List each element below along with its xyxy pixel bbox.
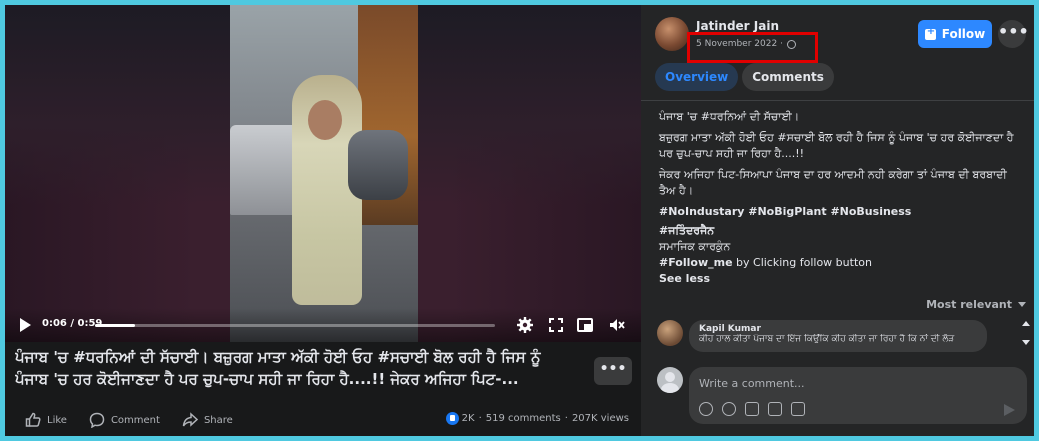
date-highlight-box [687,32,818,63]
fullscreen-icon[interactable] [547,316,565,334]
follow-me-text: by Clicking follow button [732,256,872,269]
comment-count[interactable]: 519 comments [486,413,561,424]
follow-plus-icon [924,26,936,40]
picture-in-picture-icon[interactable] [576,316,594,334]
caption-more-button[interactable]: ••• [594,357,632,385]
comment-item: Kapil Kumar ਕੀਹ ਹਾਲ ਕੀਤਾ ਪੰਜਾਬ ਦਾ ਇੰਜ ਕਿ… [657,320,987,352]
comment-text: ਕੀਹ ਹਾਲ ਕੀਤਾ ਪੰਜਾਬ ਦਾ ਇੰਜ ਕਿਉਂਕਿ ਕੀਹ ਕੀਤ… [699,334,955,344]
post-body-line: ਬਜ਼ੁਰਗ ਮਾਤਾ ਅੱਕੀ ਹੋਈ ਓਹ #ਸਚਾਈ ਬੋਲ ਰਹੀ ਹੈ… [659,131,1014,160]
comment-button[interactable]: Comment [89,412,160,428]
engagement-stats: 2K · 519 comments · 207K views [445,412,629,425]
comment-sort-dropdown[interactable]: Most relevant [926,298,1026,311]
settings-gear-icon[interactable] [516,316,534,334]
view-count: 207K views [571,413,629,424]
send-icon[interactable] [1004,404,1015,416]
video-car [230,125,300,215]
video-time: 0:06 / 0:59 [42,318,103,329]
avatar-sticker-icon[interactable] [699,402,713,416]
tab-comments[interactable]: Comments [742,63,834,91]
sticker-icon[interactable] [791,402,805,416]
emoji-icon[interactable] [722,402,736,416]
play-icon[interactable] [20,318,31,332]
tab-overview[interactable]: Overview [655,63,739,91]
comment-bubble: Kapil Kumar ਕੀਹ ਹਾਲ ਕੀਤਾ ਪੰਜਾਬ ਦਾ ਇੰਜ ਕਿ… [689,320,987,352]
comment-input-box[interactable] [689,367,1027,424]
scroll-down-arrow-icon[interactable] [1022,340,1030,345]
post-details-panel: Jatinder Jain 5 November 2022 · Follow •… [641,5,1034,436]
author-name[interactable]: Jatinder Jain [696,19,779,33]
share-arrow-icon [182,412,198,427]
video-player[interactable]: 0:06 / 0:59 [5,5,641,342]
share-label: Share [203,414,233,426]
post-body: ਪੰਜਾਬ 'ਚ #ਧਰਨਿਆਂ ਦੀ ਸੱਚਾਈ। ਬਜ਼ੁਰਗ ਮਾਤਾ ਅ… [659,109,1019,287]
post-body-line: ਜੇਕਰ ਅਜਿਹਾ ਪਿਟ-ਸਿਆਪਾ ਪੰਜਾਬ ਦਾ ਹਰ ਆਦਮੀ ਨਹ… [659,168,1007,197]
post-body-line: ਪੰਜਾਬ 'ਚ #ਧਰਨਿਆਂ ਦੀ ਸੱਚਾਈ। [659,110,800,123]
like-reaction-icon [445,412,459,425]
facebook-video-viewer: 0:06 / 0:59 ਪੰਜਾਬ 'ਚ #ਧਰਨਿਆਂ ਦੀ ਸੱਚਾਈ। ਬ… [5,5,1034,436]
video-progress-fill [95,324,135,327]
comment-label: Comment [110,414,160,426]
current-user-avatar [657,367,683,393]
composer-tools [699,402,814,416]
panel-divider [641,100,1034,101]
chevron-down-icon [1018,302,1026,307]
see-less-link[interactable]: See less [659,271,1019,287]
author-hashtag[interactable]: #ਜਤਿੰਦਰਜੈਨ [659,223,1019,239]
follow-me-hashtag[interactable]: #Follow_me [659,256,733,269]
video-caption: ਪੰਜਾਬ 'ਚ #ਧਰਨਿਆਂ ਦੀ ਸੱਚਾਈ। ਬਜ਼ੁਰਗ ਮਾਤਾ ਅ… [15,348,541,388]
video-controls: 0:06 / 0:59 [5,308,641,342]
post-hashtags[interactable]: #NoIndustary #NoBigPlant #NoBusiness [659,204,1019,220]
like-button[interactable]: Like [25,412,67,428]
scroll-up-arrow-icon[interactable] [1022,321,1030,326]
comment-composer [657,367,1027,424]
thumbs-up-icon [25,412,41,427]
post-options-button[interactable]: ••• [998,20,1029,48]
stats-separator: · [478,413,482,424]
mute-icon[interactable] [608,316,626,334]
author-role: ਸਮਾਜਿਕ ਕਾਰਕੁੰਨ [659,240,731,253]
comment-sort-label: Most relevant [926,298,1012,311]
share-button[interactable]: Share [182,412,233,428]
video-bag [348,130,408,200]
video-progress-bar[interactable] [95,324,495,327]
action-bar: Like Comment Share [25,409,255,431]
stats-separator: · [564,413,568,424]
gif-icon[interactable] [768,402,782,416]
post-tabs: Overview Comments [655,63,838,91]
commenter-avatar[interactable] [657,320,683,346]
comment-bubble-icon [89,412,105,428]
author-avatar[interactable] [655,17,689,51]
video-person-head [308,100,342,140]
follow-button[interactable]: Follow [918,20,992,48]
comment-input[interactable] [699,373,999,393]
commenter-name[interactable]: Kapil Kumar [699,324,977,334]
reaction-count[interactable]: 2K [462,413,475,424]
camera-icon[interactable] [745,402,759,416]
follow-me-line: #Follow_me by Clicking follow button [659,255,1019,271]
like-label: Like [47,414,67,426]
video-frame [230,5,418,342]
comments-scrollbar[interactable] [1018,317,1034,351]
follow-label: Follow [941,27,986,41]
